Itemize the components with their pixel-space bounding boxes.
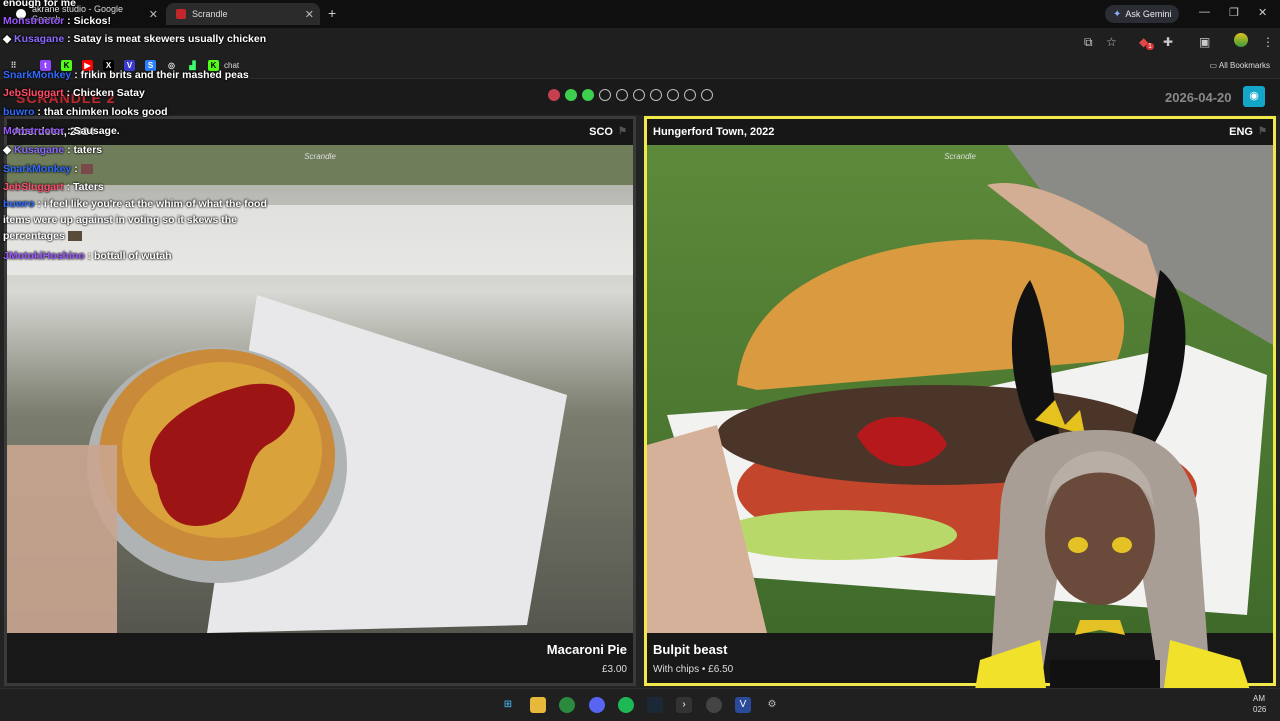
chat-message: Monstructor : Sickos! [3,15,111,27]
spotify-icon[interactable] [618,697,634,713]
chat-text: frikin brits and their mashed peas [80,69,249,81]
windows-start-icon[interactable]: ⊞ [500,697,516,713]
chat-message: JebSluggart : Taters [3,181,104,193]
chat-badge-icon: ◆ [3,144,12,156]
chat-username: SnarkMonkey [3,69,72,81]
ask-gemini-button[interactable]: ✦ Ask Gemini [1105,5,1180,23]
chat-username: SnarkMonkey [3,163,72,175]
clock-date: 026 [1253,705,1267,714]
file-explorer-icon[interactable] [530,697,546,713]
settings-gear-icon[interactable]: ⚙ [764,697,780,713]
all-bookmarks-label: All Bookmarks [1218,61,1270,70]
chrome-icon[interactable] [559,697,575,713]
food-name: Bulpit beast [653,642,728,657]
chat-text: bottall of wutah [94,250,172,262]
progress-dot-3 [582,89,594,101]
progress-dot-10 [701,89,713,101]
progress-dot-1 [548,89,560,101]
flag-icon[interactable]: ⚑ [1258,126,1267,137]
obs-icon[interactable] [706,697,722,713]
progress-dot-7 [650,89,662,101]
minimize-button[interactable]: — [1199,6,1210,18]
terminal-icon[interactable]: › [676,697,692,713]
eye-toggle-button[interactable]: ◉ [1243,86,1265,107]
chat-username: Monstructor [3,125,65,137]
chat-text: that chimken looks good [43,106,168,118]
chat-text: Chicken Satay [73,87,145,99]
food-name: Macaroni Pie [546,642,627,657]
chat-message: buwro : i feel like you're at the whim o… [3,198,267,242]
side-panel-icon[interactable]: ▣ [1199,35,1210,49]
progress-dot-5 [616,89,628,101]
vtube-studio-icon[interactable]: V [735,697,751,713]
maximize-button[interactable]: ❐ [1229,6,1239,19]
close-window-button[interactable]: ✕ [1258,6,1267,19]
chat-text: Sickos! [73,15,111,27]
clock-time: AM [1253,694,1265,703]
chat-username: JebSluggart [3,181,64,193]
food-description: With chips • £6.50 [653,664,734,675]
chat-username: buwro [3,198,35,210]
puzzle-date: 2026-04-20 [1165,90,1232,105]
country-code: ENG [1229,126,1253,138]
install-app-icon[interactable]: ⧉ [1084,35,1093,50]
extensions-puzzle-icon[interactable]: ✚ [1163,35,1173,49]
chat-message: Monstructor : Sausage. [3,125,120,137]
chat-message: buwro : that chimken looks good [3,106,168,118]
windows-taskbar: ⊞ › V ⚙ AM 026 [0,688,1280,721]
eye-icon: ◉ [1249,90,1259,102]
progress-dots [548,89,713,101]
system-clock[interactable]: AM 026 [1253,693,1266,715]
emote-icon [80,164,93,175]
progress-dot-4 [599,89,611,101]
chat-text: taters [73,144,103,156]
discord-icon[interactable] [589,697,605,713]
card-location: Hungerford Town, 2022 [653,126,775,138]
chat-message: SnarkMonkey : frikin brits and their mas… [3,69,249,81]
country-code: SCO [589,126,613,138]
chat-message: enough for me [3,0,273,12]
chat-text: Sausage. [73,125,120,137]
chat-text: Satay is meat skewers usually chicken [73,33,267,45]
progress-dot-6 [633,89,645,101]
chat-message: JMotokiHoshino : bottall of wutah [3,250,172,262]
chat-message: SnarkMonkey : [3,160,273,178]
new-tab-button[interactable]: + [328,5,336,21]
flag-icon[interactable]: ⚑ [618,126,627,137]
all-bookmarks-button[interactable]: ▭ All Bookmarks [1210,61,1270,70]
chat-username: JebSluggart [3,87,64,99]
progress-dot-2 [565,89,577,101]
steam-icon[interactable] [647,697,663,713]
extension-badge: 1 [1146,43,1154,50]
bookmark-star-icon[interactable]: ☆ [1106,35,1117,49]
card-header: Hungerford Town, 2022 ENG ⚑ [647,119,1273,145]
chat-text: Taters [73,181,104,193]
profile-avatar[interactable] [1234,33,1248,47]
folder-icon: ▭ [1209,61,1218,70]
ask-gemini-label: Ask Gemini [1125,9,1172,19]
chat-message: JebSluggart : Chicken Satay [3,87,145,99]
chat-text: i feel like you're at the whim of what t… [3,198,267,242]
scrandle-watermark: Scrandle [944,152,976,161]
chat-username: JMotokiHoshino [3,250,85,262]
chat-username: Kusagane [14,144,65,156]
chat-username: Monstructor [3,15,65,27]
food-price: £3.00 [601,664,627,675]
gemini-spark-icon: ✦ [1113,8,1122,20]
chat-text: enough for me [3,0,76,9]
progress-dot-8 [667,89,679,101]
chat-message: ◆ Kusagane : taters [3,144,103,156]
chat-badge-icon: ◆ [3,33,12,45]
progress-dot-9 [684,89,696,101]
chat-username: buwro [3,106,35,118]
chat-username: Kusagane [14,33,65,45]
card-footer: Macaroni Pie £3.00 [7,633,633,683]
vtuber-avatar [970,270,1260,720]
emote-icon [67,231,82,242]
close-tab-icon[interactable]: ✕ [305,8,314,21]
menu-kebab-icon[interactable]: ⋮ [1262,35,1274,49]
chat-message: ◆ Kusagane : Satay is meat skewers usual… [3,33,267,45]
